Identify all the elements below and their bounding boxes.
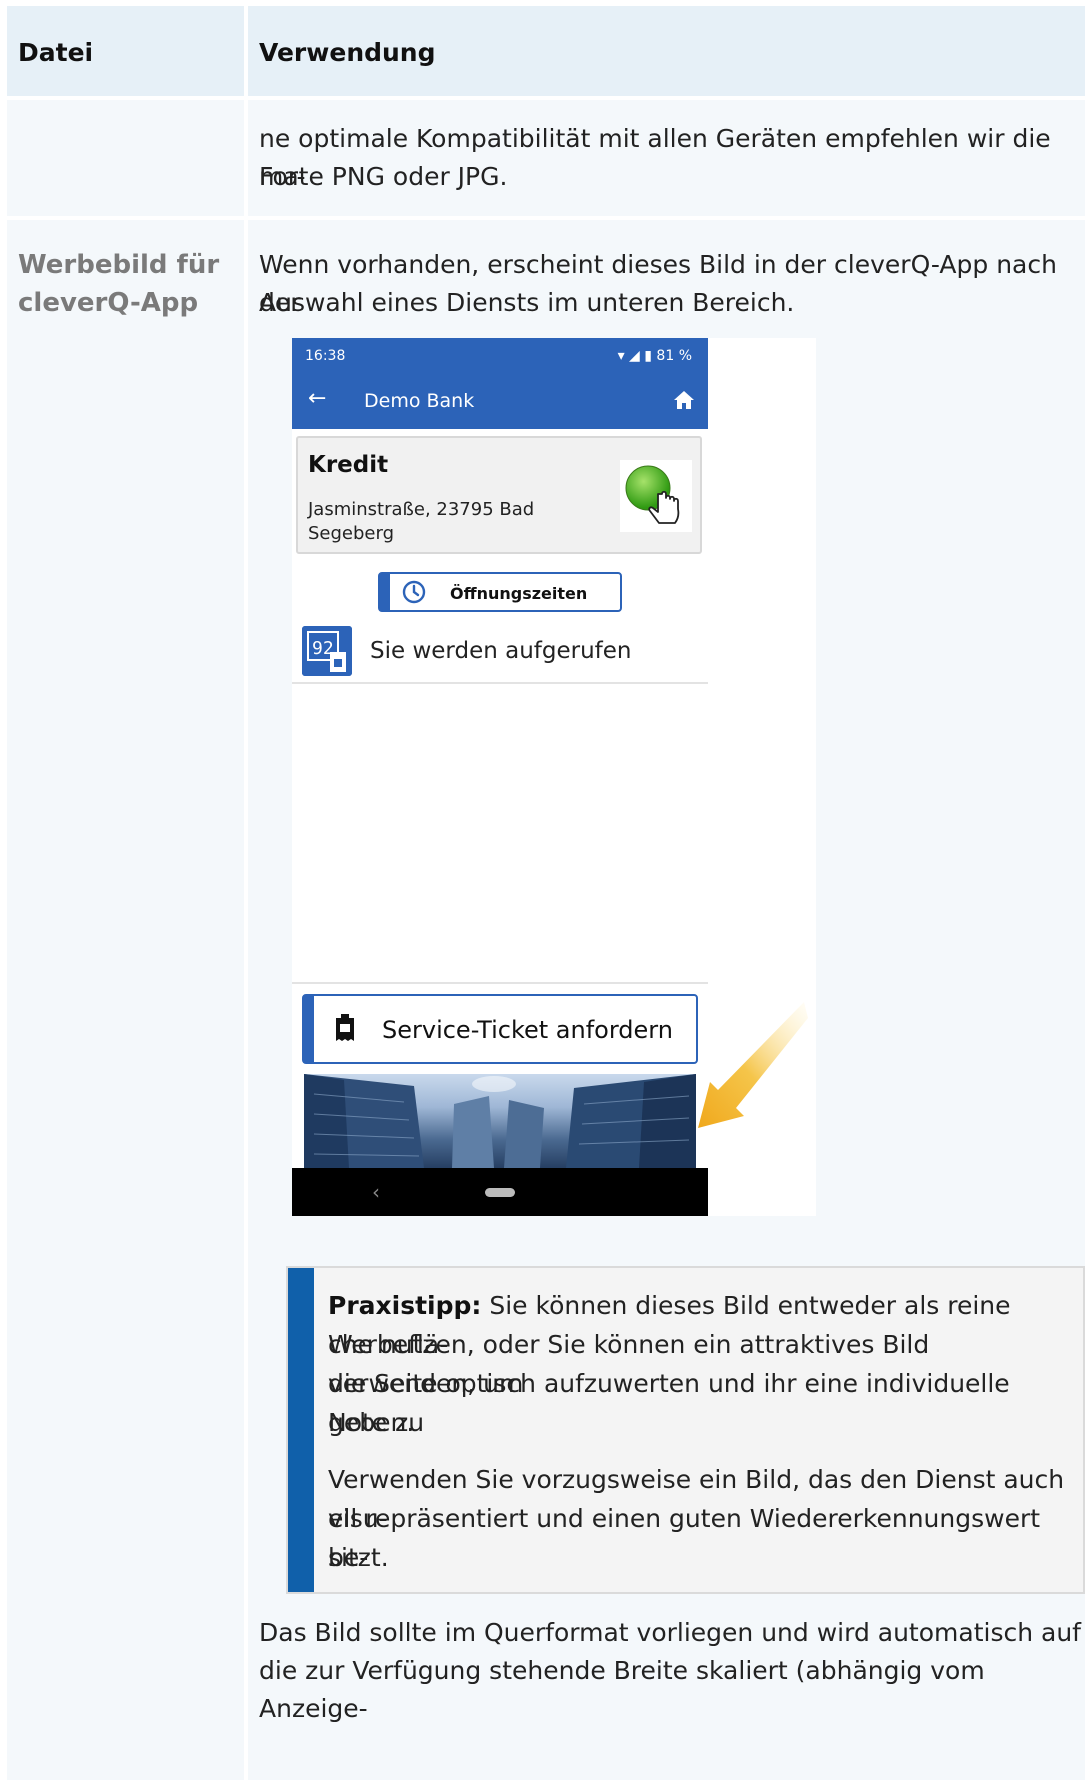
opening-hours-button[interactable]: Öffnungszeiten <box>378 572 622 612</box>
header-usage: Verwendung <box>248 6 1085 96</box>
header-file: Datei <box>7 6 244 96</box>
row2-outro-line2: die zur Verfügung stehende Breite skalie… <box>259 1656 985 1723</box>
skyscraper-photo <box>304 1074 696 1168</box>
row1-usage-cell: ne optimale Kompatibilität mit allen Ger… <box>248 100 1085 216</box>
ticket-icon <box>336 1014 354 1041</box>
home-icon[interactable] <box>672 388 696 412</box>
request-ticket-label: Service-Ticket anfordern <box>382 1016 673 1044</box>
tip-accent-bar <box>288 1268 314 1592</box>
header-file-label: Datei <box>18 38 94 67</box>
header-usage-label: Verwendung <box>259 38 436 67</box>
ticket-display-icon: 92 <box>302 626 352 676</box>
status-time: 16:38 <box>305 348 346 364</box>
nav-home-pill-icon[interactable] <box>485 1188 515 1197</box>
green-button-hand-icon <box>620 460 692 532</box>
tip-label: Praxistipp: <box>328 1291 482 1320</box>
practice-tip-box: Praxistipp: Sie können dieses Bild entwe… <box>286 1266 1085 1594</box>
opening-hours-label: Öffnungszeiten <box>450 584 588 603</box>
call-notice-row: 92 Sie werden aufgerufen <box>292 622 708 684</box>
app-title: Demo Bank <box>364 390 475 412</box>
service-card[interactable]: Kredit Jasminstraße, 23795 Bad Segeberg <box>296 436 702 554</box>
row2-file-line1: Werbebild für <box>18 250 220 280</box>
tip-p1-line4: geben. <box>328 1408 415 1437</box>
content-divider <box>292 982 708 984</box>
highlight-arrow-icon <box>698 1002 808 1128</box>
request-ticket-button[interactable]: Service-Ticket anfordern <box>302 994 698 1064</box>
service-card-address: Jasminstraße, 23795 Bad Segeberg <box>308 499 535 544</box>
advertising-banner-image <box>304 1074 696 1168</box>
app-bar: ← Demo Bank <box>292 374 708 429</box>
service-card-title: Kredit <box>308 452 389 478</box>
row2-intro-line2: Auswahl eines Diensts im unteren Bereich… <box>259 288 795 317</box>
back-arrow-icon[interactable]: ← <box>308 386 326 411</box>
tip-p2-line3: sitzt. <box>328 1543 389 1572</box>
row2-outro-line1: Das Bild sollte im Querformat vorliegen … <box>259 1618 1081 1647</box>
row2-file-line2: cleverQ-App <box>18 288 199 318</box>
status-bar: 16:38 ▾ ◢ ▮ 81 % <box>292 338 708 374</box>
nav-back-icon[interactable]: ‹ <box>372 1180 380 1204</box>
phone-screen: 16:38 ▾ ◢ ▮ 81 % ← Demo Bank Kredit Jasm… <box>292 338 708 1216</box>
row1-usage-line2: mate PNG oder JPG. <box>259 162 508 191</box>
clock-icon <box>402 580 426 604</box>
request-ticket-accent <box>304 996 314 1062</box>
status-icons: ▾ ◢ ▮ 81 % <box>617 348 692 364</box>
app-screenshot: 16:38 ▾ ◢ ▮ 81 % ← Demo Bank Kredit Jasm… <box>292 338 816 1216</box>
row2-file-cell: Werbebild für cleverQ-App <box>7 220 244 1780</box>
call-notice-label: Sie werden aufgerufen <box>370 638 632 664</box>
row1-file-cell <box>7 100 244 216</box>
opening-hours-accent <box>380 574 390 610</box>
android-nav-bar: ‹ <box>292 1168 708 1216</box>
